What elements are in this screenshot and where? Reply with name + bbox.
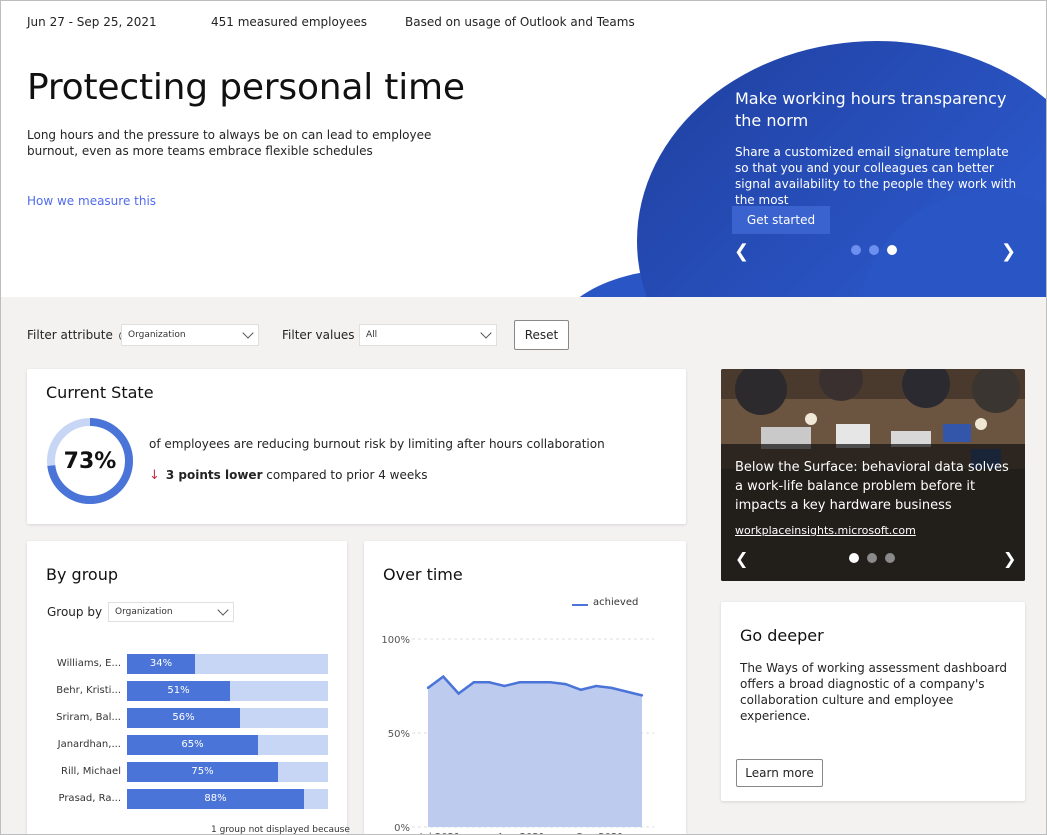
bar-value-label: 51% <box>167 685 190 696</box>
data-point[interactable] <box>533 681 537 684</box>
data-point[interactable] <box>640 694 644 697</box>
bar-track: 75% <box>127 762 328 782</box>
page-dot-active[interactable] <box>887 245 897 255</box>
bar-category-label: Sriram, Bal... <box>56 712 121 723</box>
article-card[interactable]: Below the Surface: behavioral data solve… <box>721 369 1025 581</box>
change-context: compared to prior 4 weeks <box>262 468 428 482</box>
bar-track: 65% <box>127 735 328 755</box>
promo-text: Share a customized email signature templ… <box>735 145 1017 207</box>
metric-description: of employees are reducing burnout risk b… <box>149 437 605 451</box>
current-state-card: Current State 73% of employees are reduc… <box>27 369 686 524</box>
data-point[interactable] <box>564 682 567 686</box>
bar-track: 51% <box>127 681 328 701</box>
bar-category-label: Prasad, Ra... <box>58 793 121 804</box>
bar-value-label: 56% <box>172 712 195 723</box>
change-amount: 3 points lower <box>165 468 263 482</box>
bar-track: 34% <box>127 654 328 674</box>
page-description: Long hours and the pressure to always be… <box>27 128 432 158</box>
bar-value-label: 88% <box>204 793 227 804</box>
bar-category-label: Behr, Kristi... <box>56 685 121 696</box>
article-title: Below the Surface: behavioral data solve… <box>735 460 1009 513</box>
y-tick-label: 0% <box>394 823 410 834</box>
page-dot[interactable] <box>867 553 877 563</box>
date-range: Jun 27 - Sep 25, 2021 <box>27 15 157 29</box>
bar-row[interactable]: Janardhan,... 65% <box>27 735 347 755</box>
filter-values-label: Filter values <box>282 328 355 342</box>
arrow-down-icon: ↓ <box>149 468 160 483</box>
learn-more-button[interactable]: Learn more <box>736 759 823 787</box>
bar-row[interactable]: Rill, Michael 75% <box>27 762 347 782</box>
article-link[interactable]: workplaceinsights.microsoft.com <box>735 524 916 537</box>
bar-value-label: 75% <box>191 766 214 777</box>
data-point[interactable] <box>487 681 491 684</box>
page-title: Protecting personal time <box>27 67 465 108</box>
y-tick-label: 50% <box>388 729 410 740</box>
page-dot[interactable] <box>869 245 879 255</box>
chevron-right-icon[interactable]: ❯ <box>1001 241 1016 262</box>
bar-row[interactable]: Sriram, Bal... 56% <box>27 708 347 728</box>
bar-category-label: Rill, Michael <box>61 766 121 777</box>
chevron-down-icon <box>242 327 254 339</box>
page-dot-active[interactable] <box>849 553 859 563</box>
bar-row[interactable]: Williams, E... 34% <box>27 654 347 674</box>
data-point[interactable] <box>625 690 628 693</box>
page-dot[interactable] <box>851 245 861 255</box>
bar-category-label: Williams, E... <box>56 658 121 669</box>
card-title: By group <box>46 565 118 584</box>
data-point[interactable] <box>549 681 552 684</box>
data-point[interactable] <box>457 692 460 695</box>
hidden-group-note: 1 group not displayed because <box>211 825 350 835</box>
bar-row[interactable]: Prasad, Ra... 88% <box>27 789 347 809</box>
over-time-card: Over time achieved 100%50%0%Jul 2021Aug … <box>364 541 686 834</box>
page-dot[interactable] <box>885 553 895 563</box>
data-basis: Based on usage of Outlook and Teams <box>405 15 635 29</box>
chevron-left-icon[interactable]: ❮ <box>735 549 748 568</box>
data-point[interactable] <box>472 681 476 684</box>
go-deeper-text: The Ways of working assessment dashboard… <box>740 661 1007 723</box>
go-deeper-card: Go deeper The Ways of working assessment… <box>721 602 1025 801</box>
data-point[interactable] <box>610 686 613 690</box>
promo-title: Make working hours transparency the norm <box>735 89 1007 130</box>
series-area-achieved <box>428 676 642 827</box>
data-point[interactable] <box>579 688 583 691</box>
hero-section: Jun 27 - Sep 25, 2021 451 measured emplo… <box>1 1 1046 297</box>
bar-track: 88% <box>127 789 328 809</box>
chevron-down-icon <box>217 604 229 616</box>
reset-button[interactable]: Reset <box>514 320 569 350</box>
bar-value-label: 34% <box>149 658 173 669</box>
bar-row[interactable]: Behr, Kristi... 51% <box>27 681 347 701</box>
how-we-measure-link[interactable]: How we measure this <box>27 194 156 208</box>
promo-pagination <box>851 245 897 255</box>
get-started-button[interactable]: Get started <box>732 206 830 234</box>
data-point[interactable] <box>594 684 598 688</box>
article-pagination <box>849 553 895 563</box>
filter-values-dropdown[interactable]: All <box>359 324 497 346</box>
filter-attribute-label: Filter attribute i <box>27 328 129 342</box>
data-point[interactable] <box>518 681 521 684</box>
chevron-down-icon <box>480 327 492 339</box>
measured-employees: 451 measured employees <box>211 15 367 29</box>
bar-category-label: Janardhan,... <box>57 739 121 750</box>
bar-value-label: 65% <box>181 739 204 750</box>
chevron-left-icon[interactable]: ❮ <box>734 241 749 262</box>
card-title: Current State <box>46 383 154 402</box>
filter-attribute-dropdown[interactable]: Organization <box>121 324 259 346</box>
data-point[interactable] <box>426 686 430 690</box>
data-point[interactable] <box>442 675 445 678</box>
group-by-label: Group by <box>47 605 103 619</box>
bar-track: 56% <box>127 708 328 728</box>
over-time-chart: 100%50%0%Jul 2021Aug 2021Sep 2021 <box>381 635 654 834</box>
percent-value: 73% <box>63 448 117 474</box>
by-group-card: By group Group by Organization 1 group n… <box>27 541 350 835</box>
metric-change: ↓ 3 points lower compared to prior 4 week… <box>149 468 427 483</box>
dashboard-frame: Jun 27 - Sep 25, 2021 451 measured emplo… <box>0 0 1047 835</box>
data-point[interactable] <box>503 684 506 688</box>
card-title: Go deeper <box>740 626 824 645</box>
group-by-dropdown[interactable]: Organization <box>108 602 234 622</box>
y-tick-label: 100% <box>381 635 410 646</box>
chevron-right-icon[interactable]: ❯ <box>1003 549 1016 568</box>
